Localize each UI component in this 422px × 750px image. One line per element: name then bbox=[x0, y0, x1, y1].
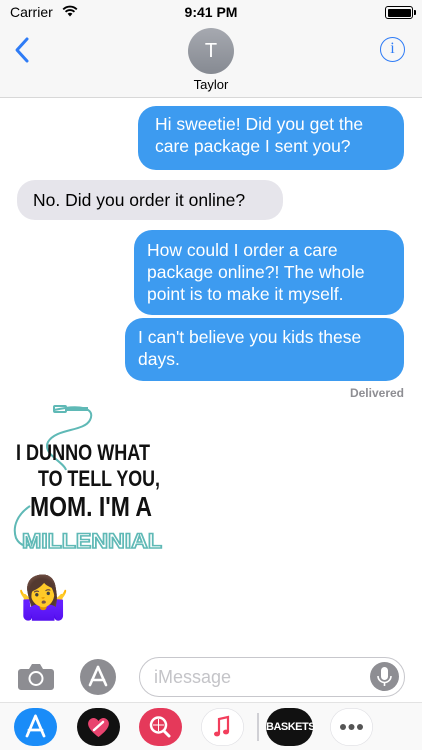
clock: 9:41 PM bbox=[184, 4, 238, 20]
app-store-app[interactable] bbox=[14, 708, 57, 746]
search-images-app[interactable] bbox=[139, 708, 182, 746]
imessage-input[interactable]: iMessage bbox=[139, 657, 405, 697]
camera-icon[interactable] bbox=[17, 661, 55, 691]
millennial-sticker[interactable]: I DUNNO WHAT TO TELL YOU, MOM. I'M A MIL… bbox=[10, 402, 170, 560]
app-store-icon bbox=[14, 708, 57, 746]
conversation-header: T Taylor i bbox=[0, 26, 422, 98]
battery-icon bbox=[385, 6, 416, 19]
input-placeholder: iMessage bbox=[154, 667, 232, 687]
sticker-text-line4: MILLENNIAL bbox=[22, 530, 162, 553]
message-bubble-sent[interactable]: I can't believe you kids these days. bbox=[125, 318, 404, 381]
more-apps[interactable] bbox=[330, 708, 373, 746]
contact-name[interactable]: Taylor bbox=[0, 77, 422, 92]
emoji-message[interactable]: 🤷‍♀️ bbox=[17, 573, 69, 623]
message-composer: iMessage bbox=[0, 652, 422, 702]
digital-touch-app[interactable] bbox=[77, 708, 120, 746]
sticker-text-line1: I DUNNO WHAT bbox=[16, 440, 150, 465]
app-drawer: BASKETS bbox=[0, 702, 422, 750]
sticker-text-line2: TO TELL YOU, bbox=[38, 466, 160, 491]
search-images-icon bbox=[139, 708, 182, 746]
message-bubble-received[interactable]: No. Did you order it online? bbox=[17, 180, 283, 220]
app-drawer-divider bbox=[257, 713, 259, 741]
message-bubble-sent[interactable]: How could I order a care package online?… bbox=[134, 230, 404, 315]
baskets-sticker-app[interactable]: BASKETS bbox=[266, 708, 316, 746]
app-store-button[interactable] bbox=[80, 659, 116, 695]
sticker-text-line3: MOM. I'M A bbox=[30, 491, 152, 522]
status-bar: Carrier 9:41 PM bbox=[0, 0, 422, 26]
info-icon[interactable]: i bbox=[380, 37, 405, 62]
microphone-button[interactable] bbox=[370, 662, 399, 691]
contact-avatar[interactable]: T bbox=[188, 28, 234, 74]
music-icon bbox=[201, 708, 244, 746]
app-store-glyph-icon bbox=[88, 665, 108, 687]
back-chevron-icon[interactable] bbox=[12, 36, 34, 64]
message-bubble-sent[interactable]: Hi sweetie! Did you get the care package… bbox=[138, 106, 404, 170]
music-app[interactable] bbox=[201, 708, 244, 746]
more-icon bbox=[330, 708, 373, 746]
delivery-status: Delivered bbox=[349, 386, 404, 400]
microphone-icon bbox=[377, 667, 392, 686]
digital-touch-icon bbox=[77, 708, 120, 746]
